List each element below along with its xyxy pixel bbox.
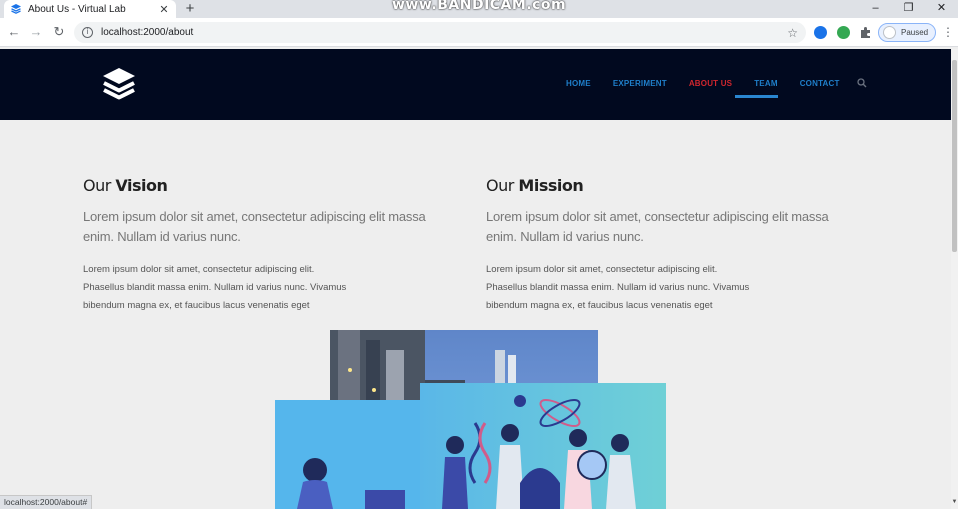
star-icon[interactable]: ☆ (787, 26, 798, 40)
vision-body: Lorem ipsum dolor sit amet, consectetur … (83, 264, 347, 311)
address-bar[interactable]: i localhost:2000/about ☆ (74, 22, 806, 43)
nav-item-contact[interactable]: CONTACT (800, 79, 840, 88)
nav-item-team[interactable]: TEAM (754, 79, 777, 88)
vision-title: Our Vision (83, 176, 168, 195)
browser-tab-bar: About Us - Virtual Lab ✕ + www.BANDICAM.… (0, 0, 958, 18)
scrollbar-thumb[interactable] (952, 60, 957, 252)
vision-section: Our Vision Lorem ipsum dolor sit amet, c… (83, 176, 443, 315)
layers-logo-icon[interactable] (101, 66, 137, 102)
profile-button[interactable]: Paused (878, 23, 936, 42)
browser-toolbar: ← → ↻ i localhost:2000/about ☆ Paused ⋮ (0, 18, 958, 47)
status-url-bar: localhost:2000/about# (0, 495, 93, 509)
site-header: HOME EXPERIMENT ABOUT US TEAM CONTACT (0, 49, 951, 120)
mission-lead: Lorem ipsum dolor sit amet, consectetur … (486, 209, 829, 244)
back-icon[interactable]: ← (6, 24, 22, 40)
close-window-button[interactable]: ✕ (925, 0, 958, 16)
browser-tab[interactable]: About Us - Virtual Lab ✕ (4, 0, 176, 18)
science-illustration-left (275, 400, 420, 509)
vision-lead: Lorem ipsum dolor sit amet, consectetur … (83, 209, 426, 244)
url-text[interactable]: localhost:2000/about (101, 27, 787, 38)
minimize-button[interactable]: – (859, 0, 892, 16)
new-tab-button[interactable]: + (182, 0, 198, 18)
tab-close-icon[interactable]: ✕ (158, 3, 170, 16)
reload-icon[interactable]: ↻ (51, 24, 67, 40)
nav-item-about-us[interactable]: ABOUT US (689, 79, 732, 88)
nav-hover-indicator (735, 95, 778, 98)
scroll-down-icon[interactable]: ▼ (951, 499, 958, 505)
nav-item-experiment[interactable]: EXPERIMENT (613, 79, 667, 88)
avatar (883, 26, 896, 39)
profile-status: Paused (901, 28, 929, 37)
hp-extension-icon[interactable] (814, 26, 827, 39)
mission-title: Our Mission (486, 176, 584, 195)
mission-body: Lorem ipsum dolor sit amet, consectetur … (486, 264, 750, 311)
menu-icon[interactable]: ⋮ (942, 25, 954, 39)
extensions-icon[interactable] (859, 26, 872, 39)
green-extension-icon[interactable] (837, 26, 850, 39)
info-icon[interactable]: i (82, 27, 93, 38)
recording-watermark: www.BANDICAM.com (392, 0, 567, 13)
layers-favicon-icon (11, 4, 21, 14)
forward-icon[interactable]: → (28, 24, 44, 40)
search-icon[interactable] (857, 78, 867, 88)
mission-section: Our Mission Lorem ipsum dolor sit amet, … (486, 176, 846, 315)
tab-title: About Us - Virtual Lab (28, 3, 126, 15)
nav-item-home[interactable]: HOME (566, 79, 591, 88)
restore-button[interactable]: ❐ (892, 0, 925, 16)
window-controls: – ❐ ✕ (859, 0, 958, 18)
science-illustration-right (420, 383, 666, 509)
main-nav: HOME EXPERIMENT ABOUT US TEAM CONTACT (566, 79, 862, 88)
